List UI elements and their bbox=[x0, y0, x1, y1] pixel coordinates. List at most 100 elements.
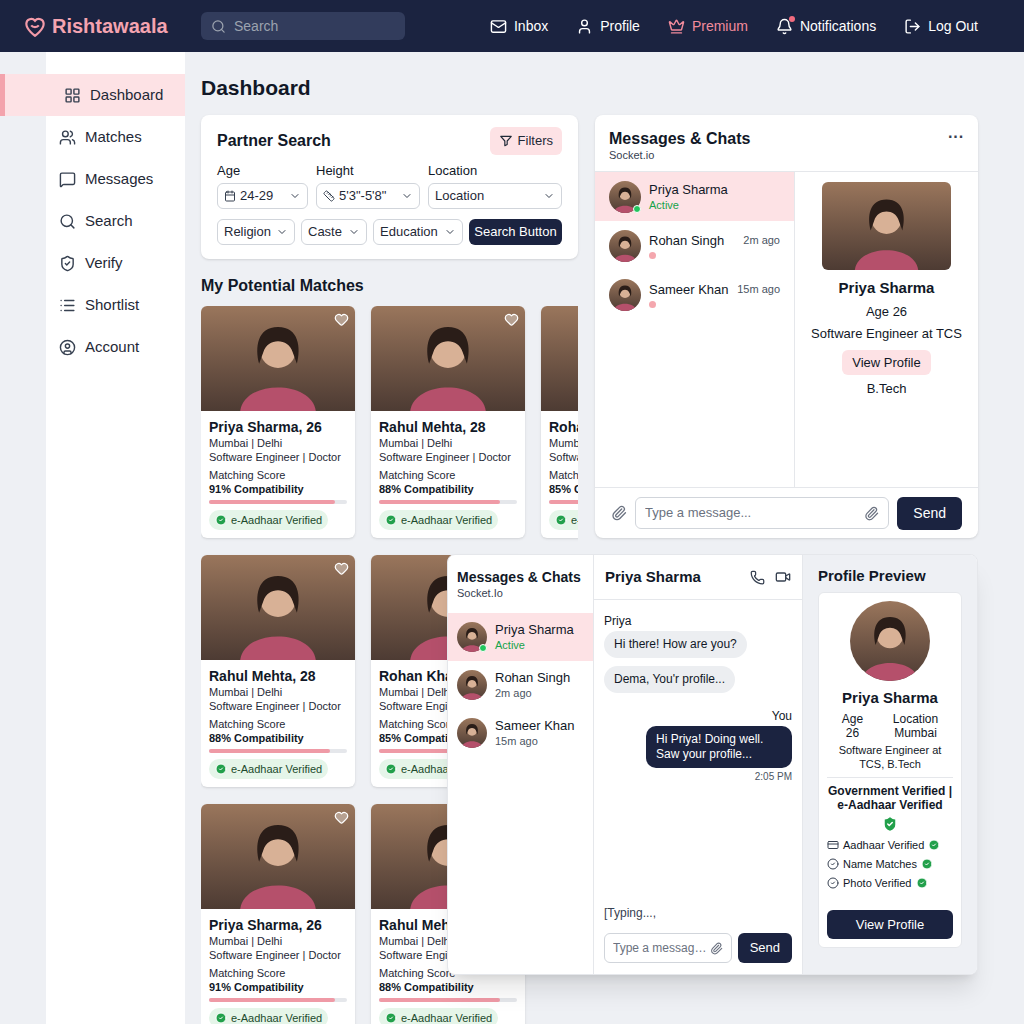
chat-name: Sameer Khan bbox=[495, 718, 575, 734]
location-label: Location bbox=[893, 712, 938, 726]
verification-item: Photo Verified bbox=[827, 875, 953, 891]
nav-item[interactable]: Notifications bbox=[776, 16, 876, 37]
message-input[interactable]: Type a message... bbox=[635, 497, 889, 529]
chat-list-item[interactable]: Priya SharmaActive bbox=[595, 172, 794, 221]
verified-title: Government Verified | e-Aadhaar Verified bbox=[827, 784, 953, 812]
heart-icon[interactable] bbox=[334, 561, 349, 576]
nav-icon bbox=[490, 18, 507, 35]
sidebar-icon bbox=[59, 255, 76, 272]
match-name: Rahul Mehta, 28 bbox=[379, 418, 517, 436]
send-button[interactable]: Send bbox=[738, 933, 792, 963]
view-profile-button[interactable]: View Profile bbox=[827, 910, 953, 940]
chevron-down-icon bbox=[348, 226, 360, 238]
sidebar-item[interactable]: Messages bbox=[0, 158, 185, 200]
preview-name: Priya Sharma bbox=[842, 687, 938, 710]
sidebar-item[interactable]: Matches bbox=[0, 116, 185, 158]
nav-icon bbox=[904, 18, 921, 35]
select-field[interactable]: Location bbox=[428, 183, 562, 209]
sidebar-item[interactable]: Verify bbox=[0, 242, 185, 284]
profile-photo bbox=[541, 306, 578, 411]
match-card[interactable]: Priya Sharma, 26Mumbai | DelhiSoftware E… bbox=[201, 306, 355, 538]
attach-icon[interactable] bbox=[710, 942, 723, 955]
search-field[interactable]: Search bbox=[201, 12, 405, 40]
verified-badge: e-Aadhaar Verified bbox=[209, 510, 328, 530]
messages-title: Messages & Chats bbox=[609, 129, 750, 148]
compatibility-bar bbox=[209, 998, 347, 1002]
chat-list-item[interactable]: Rohan Singh2m ago bbox=[448, 661, 593, 709]
match-name: Rahul Mehta, 28 bbox=[209, 667, 347, 685]
nav-item[interactable]: Inbox bbox=[490, 16, 548, 37]
filters-button[interactable]: Filters bbox=[490, 127, 562, 155]
field-label: Location bbox=[428, 161, 562, 181]
sidebar-item[interactable]: Dashboard bbox=[0, 74, 185, 116]
match-name: Roha bbox=[549, 418, 578, 436]
compatibility-fill bbox=[209, 749, 330, 753]
filter-icon bbox=[499, 134, 513, 148]
verified-badge: e-Aadhaar Verified bbox=[379, 1008, 498, 1024]
verified-check-icon bbox=[928, 839, 940, 851]
chat-list-item[interactable]: Sameer Khan15m ago bbox=[448, 709, 593, 757]
profile-photo bbox=[609, 230, 641, 262]
sidebar-item[interactable]: Search bbox=[0, 200, 185, 242]
heart-icon[interactable] bbox=[334, 312, 349, 327]
sidebar-item[interactable]: Account bbox=[0, 326, 185, 368]
score-label: Matching Score bbox=[379, 468, 517, 482]
compatibility-fill bbox=[209, 998, 335, 1002]
select-field[interactable]: 24-29 bbox=[217, 183, 308, 209]
message-input[interactable]: Type a message... bbox=[604, 933, 732, 963]
compatibility-score: 91% Compatibility bbox=[209, 482, 347, 496]
compatibility-bar bbox=[379, 500, 517, 504]
age-label: Age bbox=[842, 712, 863, 726]
chat-status: Active bbox=[649, 198, 780, 212]
nav-item[interactable]: Log Out bbox=[904, 16, 978, 37]
attach-icon[interactable] bbox=[611, 505, 627, 521]
match-card[interactable]: Rahul Mehta, 28Mumbai | DelhiSoftware En… bbox=[371, 306, 525, 538]
person-silhouette-icon bbox=[541, 306, 578, 411]
nav-item[interactable]: Premium bbox=[668, 16, 748, 37]
select-field[interactable]: Religion bbox=[217, 219, 295, 245]
search-button[interactable]: Search Button bbox=[469, 219, 562, 245]
logo[interactable]: Rishtawaala bbox=[22, 11, 201, 41]
chat-status: 2m ago bbox=[743, 232, 780, 249]
chat-list-item[interactable]: Sameer Khan15m ago bbox=[595, 270, 794, 319]
conversation-title: Priya Sharma bbox=[605, 566, 701, 589]
match-card[interactable]: Priya Sharma, 26Mumbai | DelhiSoftware E… bbox=[201, 804, 355, 1024]
select-field[interactable]: 5'3"-5'8" bbox=[316, 183, 420, 209]
chat-list-item[interactable]: Priya SharmaActive bbox=[448, 613, 593, 661]
verification-item: Name Matches bbox=[827, 856, 953, 872]
messages-subtitle: Socket.io bbox=[609, 148, 750, 162]
check-icon bbox=[215, 514, 227, 526]
profile-photo bbox=[201, 804, 355, 909]
chat-list-subtitle: Socket.Io bbox=[457, 586, 584, 600]
more-menu[interactable]: ··· bbox=[948, 129, 964, 145]
message-time: 2:05 PM bbox=[755, 771, 792, 783]
profile-photo bbox=[609, 279, 641, 311]
compatibility-bar bbox=[209, 749, 347, 753]
nav-item[interactable]: Profile bbox=[576, 16, 640, 37]
check-icon bbox=[385, 514, 397, 526]
match-card[interactable]: Rahul Mehta, 28Mumbai | DelhiSoftware En… bbox=[201, 555, 355, 787]
chat-name: Priya Sharma bbox=[649, 182, 728, 198]
chat-name: Rohan Singh bbox=[649, 233, 724, 249]
view-profile-button[interactable]: View Profile bbox=[842, 350, 930, 376]
heart-icon[interactable] bbox=[334, 810, 349, 825]
match-card[interactable]: RohaMumbaSoftwaMatchi85% Ce- bbox=[541, 306, 578, 538]
chat-list: Priya SharmaActive Rohan Singh 2m ago Samee… bbox=[595, 172, 795, 487]
online-dot bbox=[479, 644, 487, 652]
field-label: Age bbox=[217, 161, 308, 181]
heart-icon[interactable] bbox=[504, 312, 519, 327]
select-field[interactable]: Caste bbox=[301, 219, 367, 245]
chat-window[interactable]: Messages & ChatsSocket.IoPriya SharmaAct… bbox=[447, 554, 978, 975]
profile-photo bbox=[201, 555, 355, 660]
check-icon bbox=[215, 1012, 227, 1024]
select-field[interactable]: Education bbox=[373, 219, 463, 245]
sidebar-item[interactable]: Shortlist bbox=[0, 284, 185, 326]
attach-icon[interactable] bbox=[864, 506, 879, 521]
chevron-down-icon bbox=[276, 226, 288, 238]
chat-list-item[interactable]: Rohan Singh 2m ago bbox=[595, 221, 794, 270]
video-icon[interactable] bbox=[775, 569, 791, 585]
chat-profile-name: Priya Sharma bbox=[839, 277, 935, 300]
match-name: Priya Sharma, 26 bbox=[209, 916, 347, 934]
send-button[interactable]: Send bbox=[897, 497, 962, 530]
phone-icon[interactable] bbox=[750, 570, 765, 585]
